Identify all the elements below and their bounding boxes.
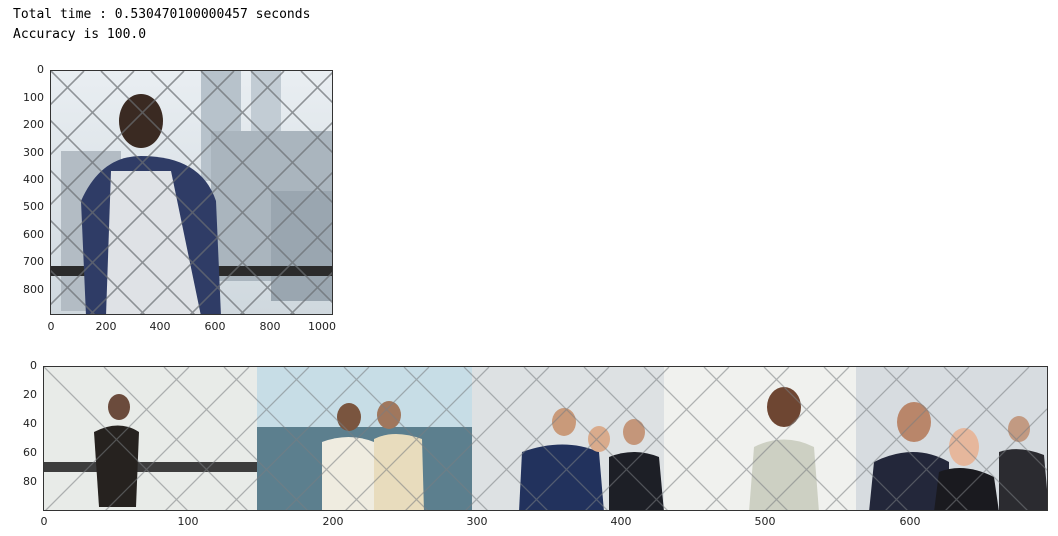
plot2-ytick: 60: [23, 446, 37, 459]
plot1-ytick: 800: [23, 283, 44, 296]
plot1-ytick: 200: [23, 118, 44, 131]
plot1-xtick: 1000: [308, 320, 336, 333]
plot1-xtick: 0: [47, 320, 55, 333]
query-image: [50, 70, 333, 315]
plot1-ytick: 700: [23, 255, 44, 268]
plot2-xtick: 500: [754, 515, 776, 528]
output-accuracy: Accuracy is 100.0: [13, 27, 147, 42]
plot2-xtick: 0: [40, 515, 48, 528]
plot2-xtick: 100: [177, 515, 199, 528]
query-image-plot: 0 100 200 300 400 500 600 700 800 0 200 …: [0, 60, 340, 340]
plot1-ytick: 300: [23, 146, 44, 159]
plot2-ytick: 0: [30, 359, 37, 372]
plot1-xtick: 400: [149, 320, 171, 333]
gallery-strip-plot: 0 20 40 60 80 0 100 200 300 400 500 600: [0, 356, 1058, 536]
plot2-ytick: 20: [23, 388, 37, 401]
plot2-xtick: 600: [899, 515, 921, 528]
plot1-ytick: 100: [23, 91, 44, 104]
plot1-ytick: 0: [37, 63, 44, 76]
plot2-ytick: 80: [23, 475, 37, 488]
plot2-ytick: 40: [23, 417, 37, 430]
plot2-xtick: 300: [466, 515, 488, 528]
plot1-ytick: 500: [23, 200, 44, 213]
plot2-xtick: 400: [610, 515, 632, 528]
plot2-xtick: 200: [322, 515, 344, 528]
plot1-xtick: 800: [259, 320, 281, 333]
output-total-time: Total time : 0.530470100000457 seconds: [13, 7, 311, 22]
plot1-ytick: 400: [23, 173, 44, 186]
plot1-ytick: 600: [23, 228, 44, 241]
plot1-xtick: 600: [204, 320, 226, 333]
plot1-xtick: 200: [95, 320, 117, 333]
gallery-strip-image: [43, 366, 1048, 511]
